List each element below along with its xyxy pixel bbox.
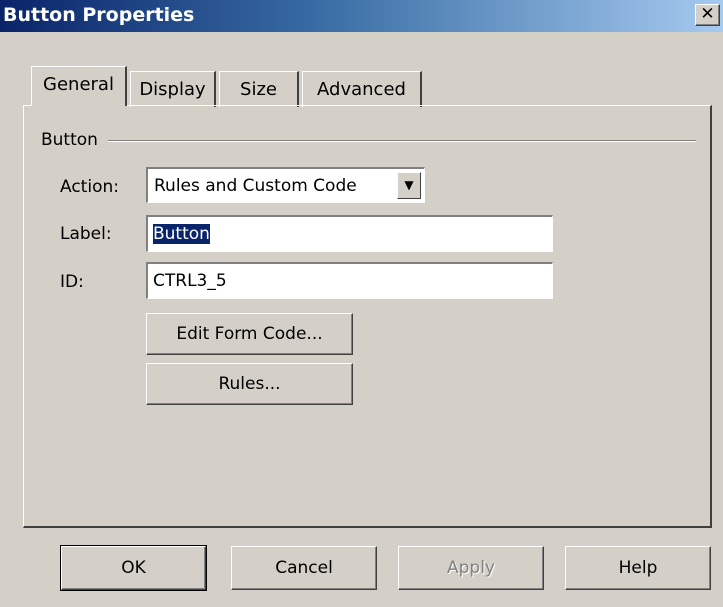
tab-label: Size: [240, 79, 277, 100]
button-label: Apply: [447, 558, 495, 578]
action-value: Rules and Custom Code: [154, 176, 357, 196]
apply-button[interactable]: Apply: [398, 546, 544, 590]
close-icon: ✕: [700, 4, 715, 24]
id-input[interactable]: CTRL3_5: [146, 262, 553, 299]
tab-size[interactable]: Size: [219, 71, 299, 107]
id-label: ID:: [60, 272, 84, 292]
action-select[interactable]: Rules and Custom Code ▼: [146, 167, 425, 203]
dropdown-arrow-button[interactable]: ▼: [397, 172, 421, 199]
group-label: Button: [41, 130, 98, 150]
rules-button[interactable]: Rules...: [146, 363, 353, 405]
tab-advanced[interactable]: Advanced: [302, 71, 422, 107]
tab-label: Display: [139, 79, 206, 100]
button-label: Help: [618, 558, 658, 578]
tab-label: Advanced: [317, 79, 406, 100]
tab-general[interactable]: General: [31, 66, 127, 106]
action-label: Action:: [60, 177, 119, 197]
edit-form-code-button[interactable]: Edit Form Code...: [146, 313, 353, 355]
ok-button[interactable]: OK: [60, 545, 207, 591]
label-label: Label:: [60, 224, 112, 244]
button-label: Rules...: [218, 374, 281, 394]
button-label: Edit Form Code...: [176, 324, 323, 344]
button-label: Cancel: [275, 558, 333, 578]
cancel-button[interactable]: Cancel: [231, 546, 377, 590]
label-input[interactable]: Button: [146, 215, 553, 252]
group-divider: [108, 140, 696, 142]
button-label: OK: [121, 558, 146, 578]
id-value: CTRL3_5: [153, 271, 227, 291]
chevron-down-icon: ▼: [404, 178, 414, 192]
title-bar[interactable]: Button Properties ✕: [0, 0, 723, 32]
window-title: Button Properties: [3, 4, 195, 26]
label-value: Button: [153, 224, 210, 244]
close-button[interactable]: ✕: [695, 4, 720, 26]
help-button[interactable]: Help: [565, 546, 711, 590]
tab-label: General: [43, 74, 114, 95]
tab-display[interactable]: Display: [130, 71, 216, 107]
